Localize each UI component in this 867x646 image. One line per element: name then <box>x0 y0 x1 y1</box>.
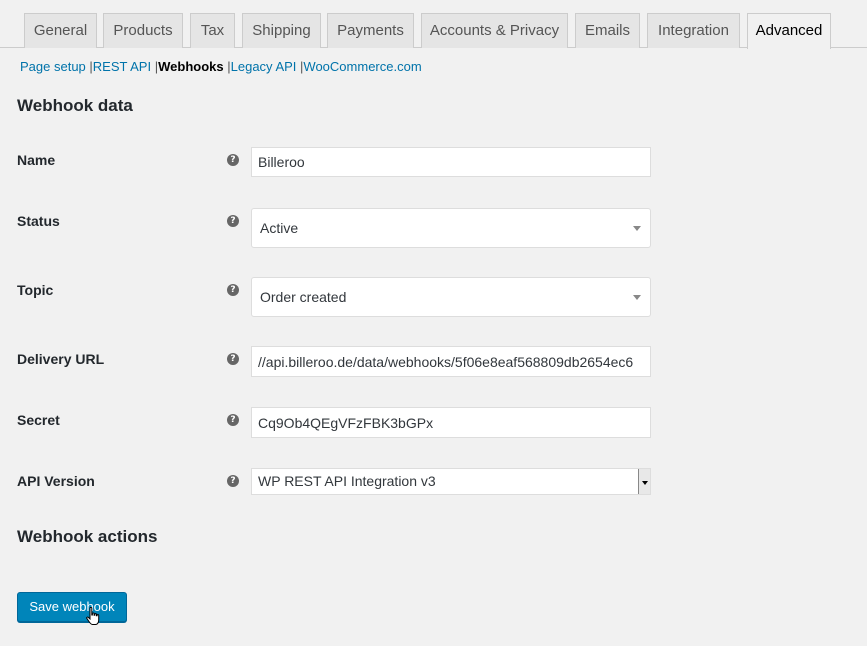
api-version-select[interactable]: WP REST API Integration v3 <box>251 468 651 495</box>
delivery-url-label: Delivery URL <box>17 351 105 367</box>
tab-integration[interactable]: Integration <box>647 13 740 48</box>
help-icon[interactable]: ? <box>227 215 239 227</box>
subnav-rest-api[interactable]: REST API <box>93 59 151 74</box>
status-label: Status <box>17 213 60 229</box>
hand-pointer-cursor-icon <box>86 607 100 625</box>
chevron-down-icon <box>633 226 641 231</box>
dropdown-arrow-icon[interactable] <box>638 469 650 494</box>
secret-input[interactable] <box>251 407 651 438</box>
tab-shipping[interactable]: Shipping <box>242 13 321 48</box>
tab-accounts-privacy[interactable]: Accounts & Privacy <box>421 13 568 48</box>
subnav-webhooks-current: Webhooks <box>158 59 224 74</box>
settings-tabs: General Products Tax Shipping Payments A… <box>0 0 867 49</box>
section-title-webhook-actions: Webhook actions <box>17 527 158 546</box>
subnav-woocommerce-com[interactable]: WooCommerce.com <box>303 59 421 74</box>
status-select[interactable]: Active <box>251 208 651 248</box>
help-icon[interactable]: ? <box>227 353 239 365</box>
subnav-page-setup[interactable]: Page setup <box>20 59 86 74</box>
topic-label: Topic <box>17 282 54 298</box>
tab-tax[interactable]: Tax <box>190 13 235 48</box>
tab-general[interactable]: General <box>24 13 97 48</box>
help-icon[interactable]: ? <box>227 414 239 426</box>
advanced-subnav: Page setup |REST API |Webhooks |Legacy A… <box>20 59 422 75</box>
help-icon[interactable]: ? <box>227 284 239 296</box>
save-webhook-button[interactable]: Save webhook <box>17 592 127 622</box>
delivery-url-input[interactable] <box>251 346 651 377</box>
api-version-label: API Version <box>17 473 95 489</box>
secret-label: Secret <box>17 412 60 428</box>
api-version-selected-value: WP REST API Integration v3 <box>258 473 436 489</box>
topic-select[interactable]: Order created <box>251 277 651 317</box>
chevron-down-icon <box>633 295 641 300</box>
subnav-legacy-api[interactable]: Legacy API <box>231 59 297 74</box>
name-label: Name <box>17 152 56 168</box>
name-input[interactable] <box>251 147 651 177</box>
section-title-webhook-data: Webhook data <box>17 96 133 115</box>
tab-products[interactable]: Products <box>103 13 183 48</box>
status-selected-value: Active <box>260 220 299 236</box>
tab-emails[interactable]: Emails <box>575 13 640 48</box>
tab-advanced[interactable]: Advanced <box>747 13 831 49</box>
tab-payments[interactable]: Payments <box>327 13 414 48</box>
help-icon[interactable]: ? <box>227 475 239 487</box>
help-icon[interactable]: ? <box>227 154 239 166</box>
topic-selected-value: Order created <box>260 289 347 305</box>
